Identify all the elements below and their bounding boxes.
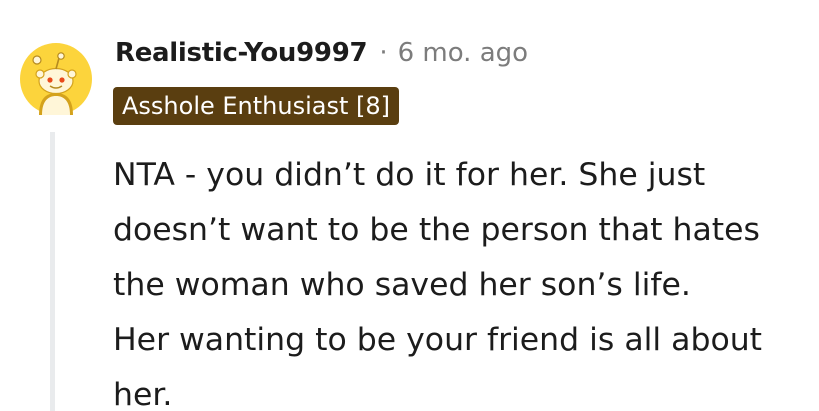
- thread-line[interactable]: [50, 132, 55, 411]
- comment-line: Her wanting to be your friend is all abo…: [113, 322, 763, 358]
- comment-header: Realistic-You9997 · 6 mo. ago: [115, 38, 528, 68]
- separator-dot: ·: [379, 38, 388, 68]
- comment-line: NTA - you didn’t do it for her. She just: [113, 157, 706, 193]
- username-link[interactable]: Realistic-You9997: [115, 38, 368, 68]
- user-flair: Asshole Enthusiast [8]: [113, 87, 400, 125]
- comment-line: the woman who saved her son’s life.: [113, 267, 691, 303]
- comment-line: her.: [113, 377, 173, 411]
- comment-body: NTA - you didn’t do it for her. She just…: [113, 148, 813, 411]
- comment-line: doesn’t want to be the person that hates: [113, 212, 760, 248]
- comment: Realistic-You9997 · 6 mo. ago Asshole En…: [0, 0, 819, 411]
- timestamp-link[interactable]: 6 mo. ago: [398, 38, 528, 68]
- snoo-avatar-icon: [20, 43, 92, 115]
- avatar[interactable]: [20, 43, 92, 115]
